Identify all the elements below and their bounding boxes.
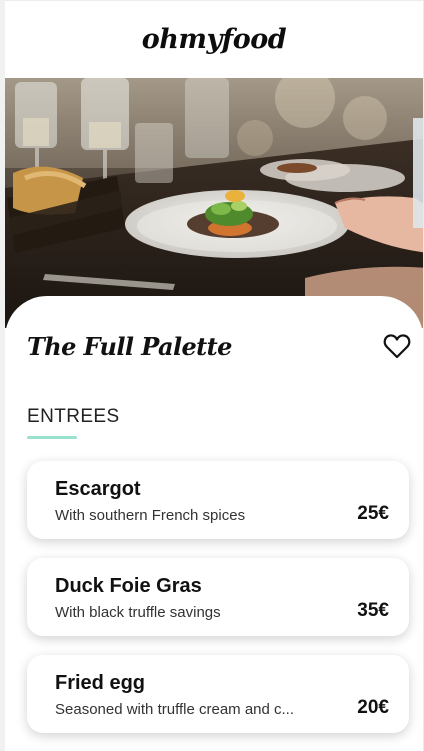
section-underline [27,436,77,439]
menu-item-card[interactable]: Escargot With southern French spices 25€ [27,461,409,539]
dish-price: 20€ [357,697,389,718]
dish-description: With southern French spices [55,507,246,524]
dish-price: 25€ [357,503,389,524]
app-frame: ohmyfood The Full Palette ENTREES Escarg… [0,0,424,751]
dish-description: With black truffle savings [55,604,221,621]
heart-icon[interactable] [383,332,411,360]
section-label-entrees: ENTREES [27,406,120,427]
header: ohmyfood [5,0,423,78]
dish-price: 35€ [357,600,389,621]
dish-name: Duck Foie Gras [55,575,202,597]
title-row: The Full Palette [27,330,411,362]
restaurant-title: The Full Palette [27,331,232,361]
dish-name: Fried egg [55,672,146,694]
dish-name: Escargot [55,478,141,500]
hero-image [5,78,423,328]
logo[interactable]: ohmyfood [142,24,287,55]
menu-item-card[interactable]: Duck Foie Gras With black truffle saving… [27,558,409,636]
dish-description: Seasoned with truffle cream and c... [55,701,295,718]
menu-item-card[interactable]: Fried egg Seasoned with truffle cream an… [27,655,409,733]
